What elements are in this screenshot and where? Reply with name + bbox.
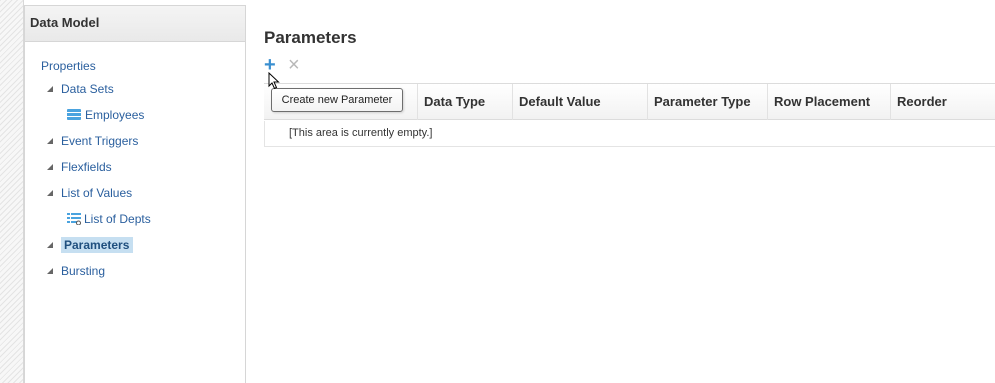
empty-table-message: [This area is currently empty.] (289, 127, 433, 139)
mouse-pointer-icon (268, 72, 280, 90)
tree-item-employees[interactable]: Employees (67, 108, 144, 122)
tree-item-label: Data Sets (61, 82, 114, 96)
triangle-expanded-icon[interactable] (47, 137, 53, 144)
data-set-icon (67, 109, 81, 121)
tree-item-label: Flexfields (61, 160, 112, 174)
tree-item-label: List of Depts (84, 212, 151, 226)
tree-item-bursting[interactable]: Bursting (47, 264, 105, 278)
column-header-row-placement[interactable]: Row Placement (767, 84, 890, 120)
x-icon[interactable]: × (288, 55, 300, 75)
tree-item-label: Employees (85, 108, 145, 122)
tree-item-label: Bursting (61, 264, 106, 278)
parameters-editor: Parameters + × Data Type Default Value P… (255, 5, 995, 383)
panel-title: Data Model (25, 6, 245, 42)
left-edge-hatch (0, 0, 24, 383)
data-model-panel: Data Model Properties Data Sets Employee… (24, 5, 246, 383)
tree-item-label-selected: Parameters (61, 237, 134, 253)
tree-item-data-sets[interactable]: Data Sets (47, 82, 114, 96)
tree-item-flexfields[interactable]: Flexfields (47, 160, 112, 174)
triangle-expanded-icon[interactable] (47, 241, 53, 248)
triangle-expanded-icon[interactable] (47, 85, 53, 92)
triangle-expanded-icon[interactable] (47, 267, 53, 274)
tree-item-parameters[interactable]: Parameters (47, 237, 134, 253)
table-row: [This area is currently empty.] (264, 121, 995, 147)
tree-item-label: Event Triggers (61, 134, 139, 148)
column-header-data-type[interactable]: Data Type (417, 84, 512, 120)
column-header-reorder[interactable]: Reorder (890, 84, 995, 120)
tree-item-event-triggers[interactable]: Event Triggers (47, 134, 138, 148)
tree-item-list-of-values[interactable]: List of Values (47, 186, 132, 200)
triangle-expanded-icon[interactable] (47, 163, 53, 170)
tree-item-label: List of Values (61, 186, 133, 200)
create-parameter-tooltip: Create new Parameter (271, 88, 403, 112)
tree-item-list-of-depts[interactable]: List of Depts (67, 212, 151, 226)
triangle-expanded-icon[interactable] (47, 189, 53, 196)
list-of-values-icon (67, 212, 81, 225)
column-header-default-value[interactable]: Default Value (512, 84, 647, 120)
tree-root-properties[interactable]: Properties (41, 59, 96, 73)
page-title: Parameters (264, 28, 357, 47)
column-header-parameter-type[interactable]: Parameter Type (647, 84, 767, 120)
